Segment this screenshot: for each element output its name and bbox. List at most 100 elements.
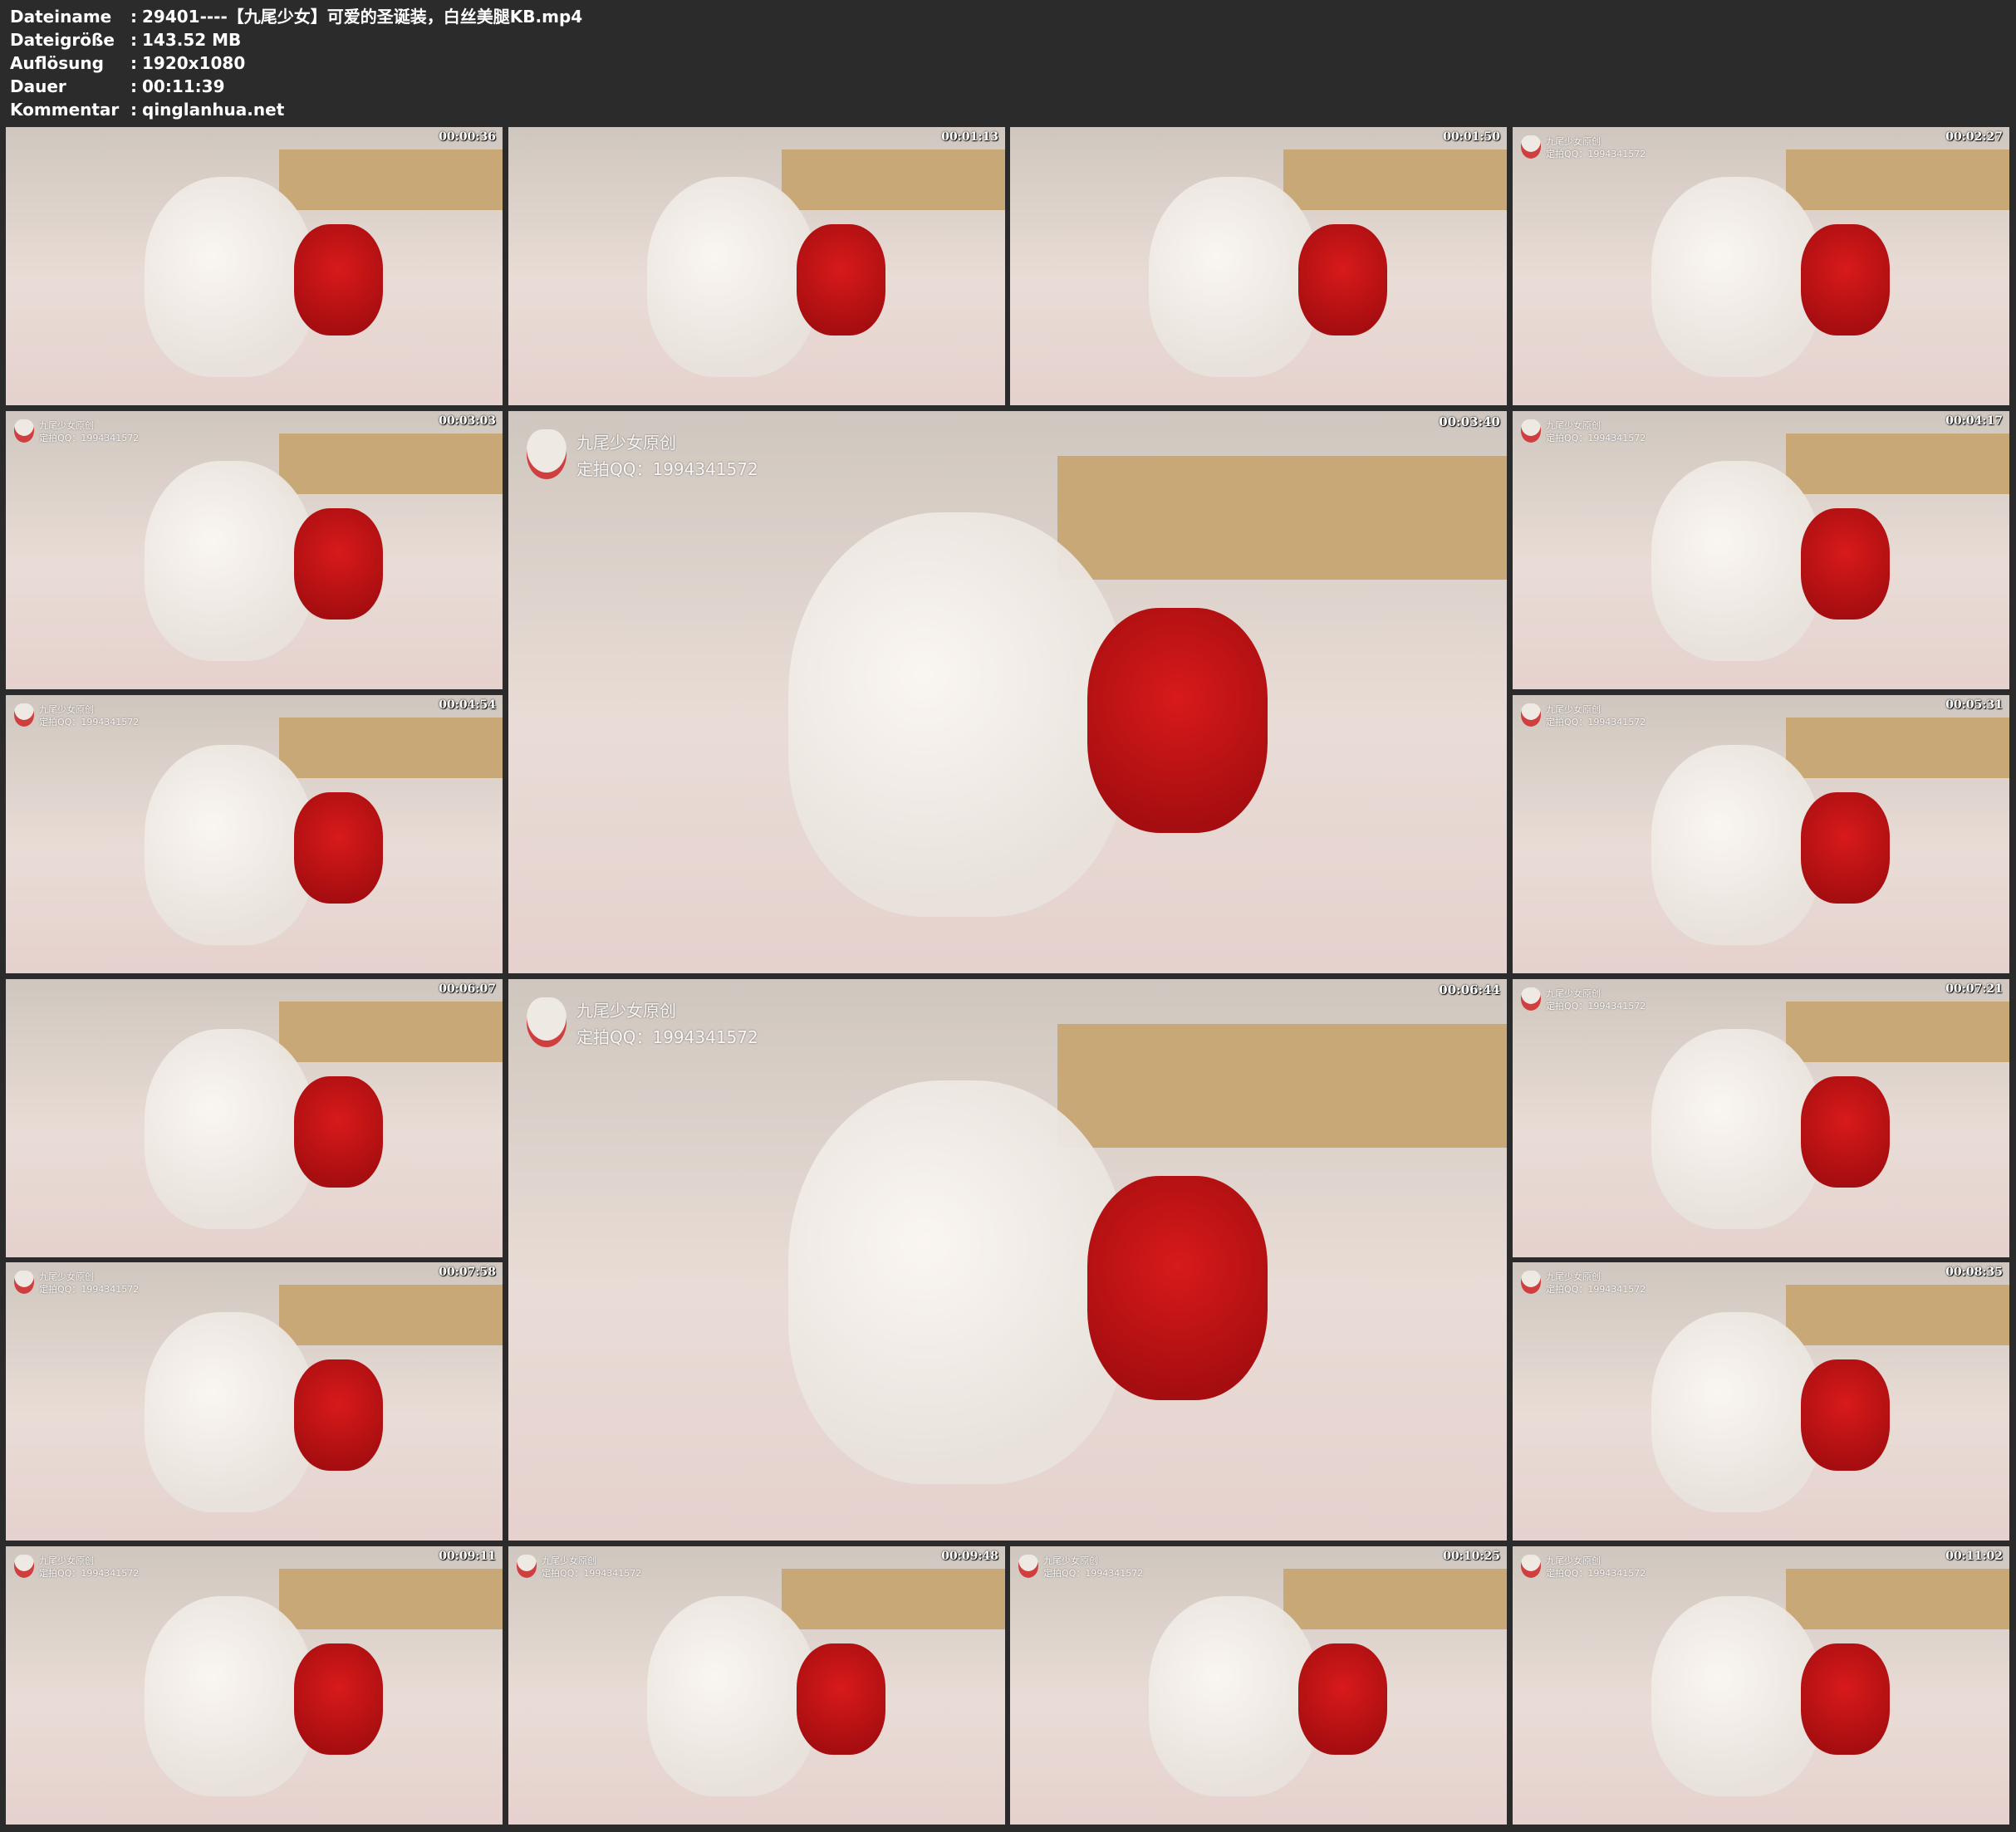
headboard-shape xyxy=(1283,149,1507,211)
meta-value: 143.52 MB xyxy=(142,30,242,50)
headboard-shape xyxy=(1785,149,2009,211)
red-outfit-shape xyxy=(796,224,886,336)
fox-logo-icon xyxy=(1521,135,1541,159)
figure-shape xyxy=(787,1080,1128,1485)
timestamp: 00:04:17 xyxy=(1945,414,2003,428)
red-outfit-shape xyxy=(796,1643,886,1756)
watermark-line2: 定拍QQ：1994341572 xyxy=(542,1568,642,1579)
headboard-shape xyxy=(278,433,503,495)
headboard-shape xyxy=(1785,433,2009,495)
timestamp: 00:00:36 xyxy=(439,130,496,144)
meta-key: Dateiname xyxy=(10,7,112,27)
meta-row-duration: Dauer : 00:11:39 xyxy=(10,75,582,98)
watermark-line2: 定拍QQ：1994341572 xyxy=(39,1284,140,1295)
watermark: 九尾少女原创 定拍QQ：1994341572 xyxy=(14,1555,139,1580)
meta-key: Dateigröße xyxy=(10,30,115,50)
meta-value: 00:11:39 xyxy=(142,76,225,96)
headboard-shape xyxy=(278,149,503,211)
figure-shape xyxy=(145,1029,314,1230)
watermark-line2: 定拍QQ：1994341572 xyxy=(576,1027,758,1047)
meta-separator: : xyxy=(130,30,137,50)
watermark-line2: 定拍QQ：1994341572 xyxy=(1546,1284,1646,1295)
video-thumbnail: 九尾少女原创 定拍QQ：1994341572 00:04:54 xyxy=(6,695,503,973)
video-thumbnail: 九尾少女原创 定拍QQ：1994341572 00:09:48 xyxy=(508,1546,1005,1825)
watermark-line1: 九尾少女原创 xyxy=(1546,1555,1601,1566)
video-thumbnail: 九尾少女原创定拍QQ：1994341572 00:07:58 xyxy=(6,1262,503,1541)
watermark-line1: 九尾少女原创 xyxy=(1546,1271,1601,1282)
watermark-line1: 九尾少女原创 xyxy=(39,1555,94,1566)
watermark-text: 九尾少女原创 定拍QQ：1994341572 xyxy=(1546,1555,1646,1580)
fox-logo-icon xyxy=(1521,419,1541,443)
meta-row-filename: Dateiname : 29401----【九尾少女】可爱的圣诞装，白丝美腿KB… xyxy=(10,5,582,28)
video-thumbnail: 九尾少女原创 定拍QQ：1994341572 00:09:11 xyxy=(6,1546,503,1825)
timestamp: 00:03:03 xyxy=(439,414,496,428)
watermark-text: 九尾少女原创 定拍QQ：1994341572 xyxy=(1546,703,1646,728)
headboard-shape xyxy=(1785,717,2009,779)
fox-logo-icon xyxy=(14,703,34,727)
meta-value: 1920x1080 xyxy=(142,53,246,73)
figure-shape xyxy=(1651,1029,1821,1230)
meta-value: qinglanhua.net xyxy=(142,100,285,120)
headboard-shape xyxy=(1057,1024,1507,1148)
watermark-text: 九尾少女原创定拍QQ：1994341572 xyxy=(1546,1271,1646,1296)
meta-row-filesize: Dateigröße : 143.52 MB xyxy=(10,28,582,51)
headboard-shape xyxy=(1785,1568,2009,1630)
watermark: 九尾少女原创 定拍QQ：1994341572 xyxy=(527,997,758,1051)
fox-logo-icon xyxy=(527,429,567,479)
watermark-text: 九尾少女原创 定拍QQ：1994341572 xyxy=(39,419,139,444)
watermark: 九尾少女原创 定拍QQ：1994341572 xyxy=(1521,703,1646,728)
figure-shape xyxy=(145,1596,314,1797)
watermark: 九尾少女原创 定拍QQ：1994341572 xyxy=(1521,135,1646,160)
timestamp: 00:09:11 xyxy=(439,1550,496,1563)
video-thumbnail: 九尾少女原创 定拍QQ：1994341572 00:11:02 xyxy=(1513,1546,2009,1825)
timestamp: 00:09:48 xyxy=(941,1550,998,1563)
headboard-shape xyxy=(781,149,1005,211)
video-thumbnail: 九尾少女原创 定拍QQ：1994341572 00:03:40 xyxy=(508,411,1507,973)
red-outfit-shape xyxy=(1087,1175,1268,1400)
timestamp: 00:07:21 xyxy=(1945,982,2003,996)
figure-shape xyxy=(145,1312,314,1513)
red-outfit-shape xyxy=(1800,224,1891,336)
figure-shape xyxy=(1651,1596,1821,1797)
meta-key: Dauer xyxy=(10,76,66,96)
meta-row-resolution: Auflösung : 1920x1080 xyxy=(10,51,582,75)
red-outfit-shape xyxy=(1800,792,1891,904)
video-thumbnail: 九尾少女原创 定拍QQ：1994341572 00:06:44 xyxy=(508,979,1507,1541)
timestamp: 00:02:27 xyxy=(1945,130,2003,144)
watermark-line1: 九尾少女原创 xyxy=(39,420,94,431)
video-thumbnail: 00:06:07 xyxy=(6,979,503,1257)
figure-shape xyxy=(1149,1596,1318,1797)
fox-logo-icon xyxy=(517,1555,537,1578)
watermark-line1: 九尾少女原创 xyxy=(1546,988,1601,999)
timestamp: 00:10:25 xyxy=(1443,1550,1500,1563)
watermark: 九尾少女原创 定拍QQ：1994341572 xyxy=(1521,987,1646,1012)
fox-logo-icon xyxy=(1018,1555,1038,1578)
video-thumbnail: 00:00:36 xyxy=(6,127,503,405)
red-outfit-shape xyxy=(1800,1643,1891,1756)
video-thumbnail: 00:01:13 xyxy=(508,127,1005,405)
figure-shape xyxy=(1651,177,1821,378)
red-outfit-shape xyxy=(1087,607,1268,833)
timestamp: 00:01:50 xyxy=(1443,130,1500,144)
timestamp: 00:07:58 xyxy=(439,1266,496,1279)
watermark: 九尾少女原创 定拍QQ：1994341572 xyxy=(14,703,139,728)
watermark-line1: 九尾少女原创 xyxy=(1043,1555,1098,1566)
meta-row-comment: Kommentar : qinglanhua.net xyxy=(10,98,582,121)
red-outfit-shape xyxy=(1800,1359,1891,1472)
video-thumbnail: 九尾少女原创 定拍QQ：1994341572 00:08:35 xyxy=(1513,1262,2009,1541)
meta-key: Auflösung xyxy=(10,53,104,73)
timestamp: 00:11:02 xyxy=(1945,1550,2003,1563)
timestamp: 00:04:54 xyxy=(439,698,496,712)
watermark-line2: 定拍QQ：1994341572 xyxy=(1546,433,1646,443)
watermark-line2: 定拍QQ：1994341572 xyxy=(1043,1568,1144,1579)
watermark-line1: 九尾少女原创 xyxy=(39,1271,94,1282)
video-thumbnail: 九尾少女原创 定拍QQ：1994341572 00:07:21 xyxy=(1513,979,2009,1257)
watermark-line2: 定拍QQ：1994341572 xyxy=(576,459,758,479)
headboard-shape xyxy=(278,1284,503,1346)
red-outfit-shape xyxy=(1800,1076,1891,1188)
meta-separator: : xyxy=(130,100,137,120)
timestamp: 00:06:07 xyxy=(439,982,496,996)
meta-value: 29401----【九尾少女】可爱的圣诞装，白丝美腿KB.mp4 xyxy=(142,7,583,27)
figure-shape xyxy=(1651,745,1821,946)
watermark-text: 九尾少女原创 定拍QQ：1994341572 xyxy=(576,429,758,482)
